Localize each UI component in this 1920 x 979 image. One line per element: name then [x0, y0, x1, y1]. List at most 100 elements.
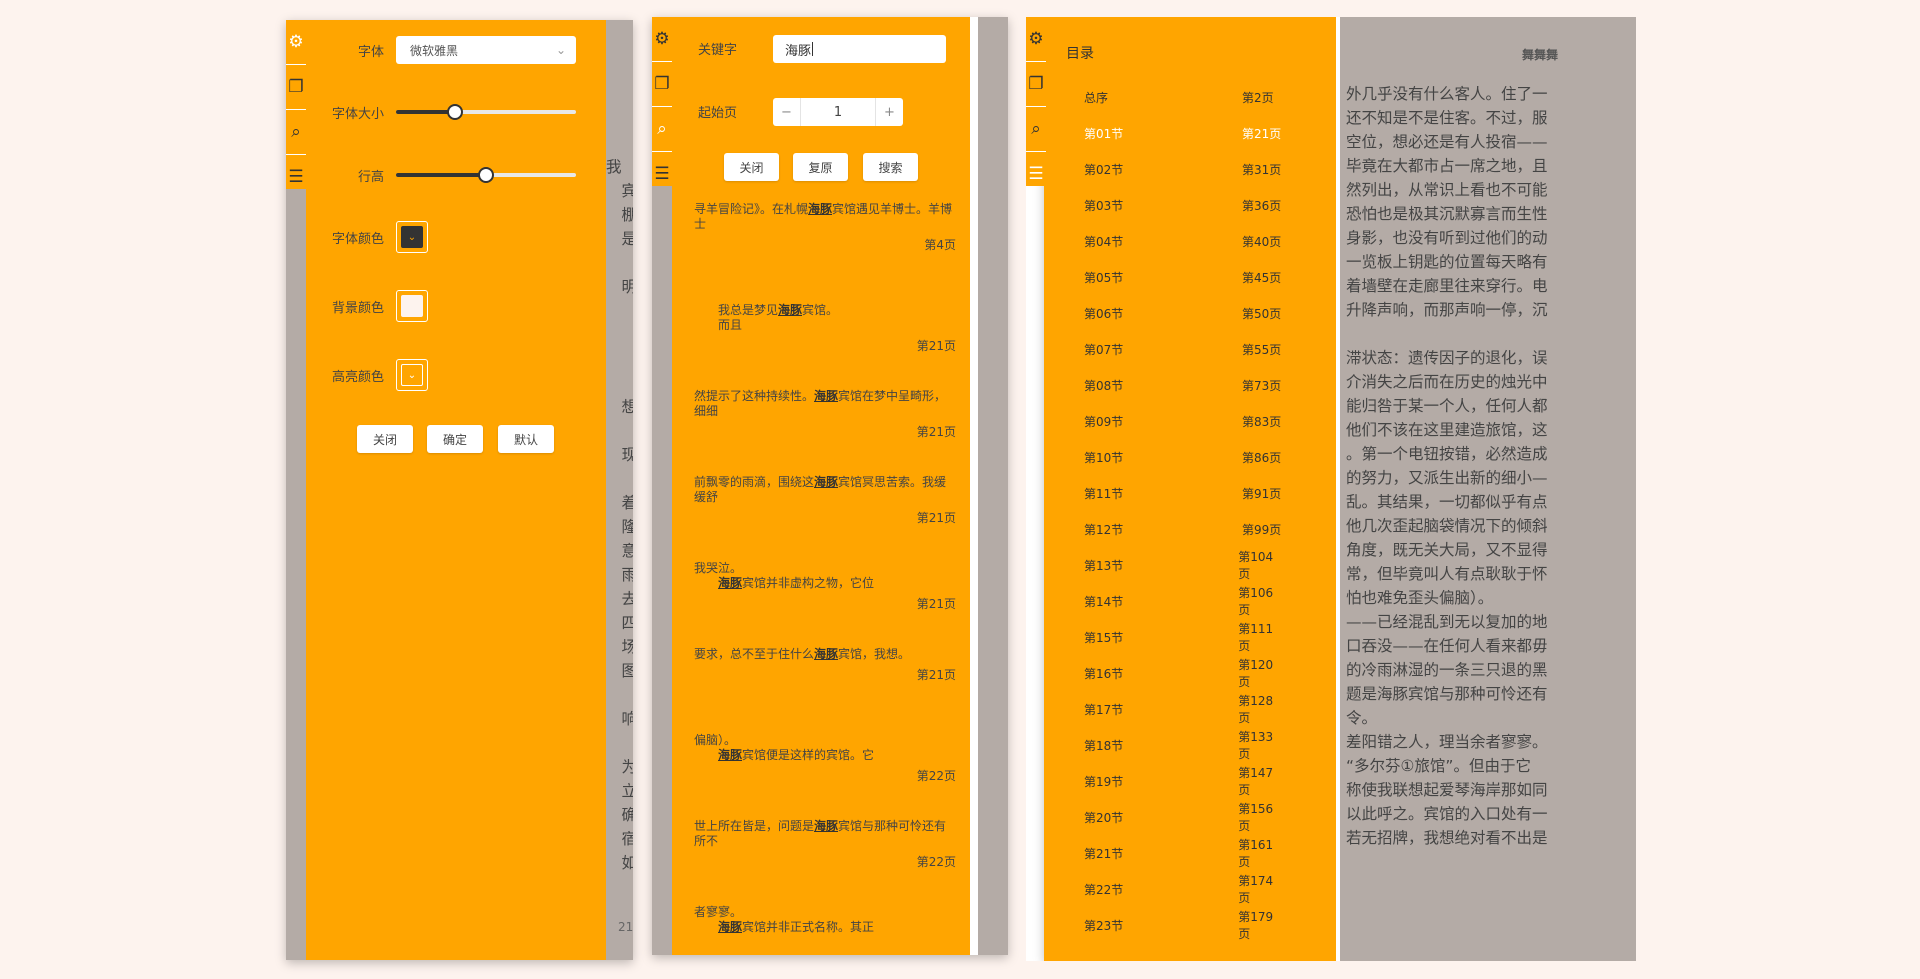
toc-item[interactable]: 第13节 第104页 [1084, 547, 1284, 583]
copy-icon[interactable]: ❐ [1026, 62, 1046, 106]
toc-item-name: 第02节 [1084, 162, 1124, 177]
gear-icon[interactable]: ⚙ [1026, 17, 1046, 61]
search-result-page: 第22页 [916, 855, 956, 869]
gear-icon[interactable]: ⚙ [286, 20, 306, 64]
page-divider [970, 17, 978, 955]
toc-item[interactable]: 第08节 第73页 [1084, 367, 1284, 403]
plus-button[interactable]: + [875, 98, 903, 126]
toc-item[interactable]: 第05节 第45页 [1084, 259, 1284, 295]
toc-item[interactable]: 第11节 第91页 [1084, 475, 1284, 511]
toc-item[interactable]: 第22节 第174页 [1084, 871, 1284, 907]
search-result-page: 第22页 [916, 769, 956, 783]
keyword-highlight: 海豚 [778, 303, 803, 317]
font-size-slider-knob[interactable] [447, 104, 464, 120]
search-result-item[interactable]: 偏脑）。 海豚宾馆便是这样的宾馆。它第22页 [694, 733, 956, 784]
search-result-text: 我总是梦见海豚宾馆。 而且 [694, 303, 839, 332]
toc-item[interactable]: 第04节 第40页 [1084, 223, 1284, 259]
start-page-value[interactable]: 1 [801, 98, 875, 126]
toc-item[interactable]: 第14节 第106页 [1084, 583, 1284, 619]
highlight-color-label: 高亮颜色 [331, 369, 384, 385]
toc-item-name: 第06节 [1084, 306, 1124, 321]
keyword-highlight: 海豚 [808, 202, 833, 216]
search-result-page: 第21页 [916, 511, 956, 525]
search-reset-button[interactable]: 复原 [793, 153, 848, 181]
toc-item[interactable]: 第16节 第120页 [1084, 655, 1284, 691]
font-size-slider[interactable] [396, 104, 576, 120]
keyword-highlight: 海豚 [814, 819, 839, 833]
line-height-slider-knob[interactable] [478, 167, 494, 183]
toc-item-page: 第86页 [1242, 450, 1282, 465]
keyword-label: 关键字 [698, 43, 738, 58]
list-icon[interactable]: ☰ [286, 155, 306, 199]
toc-item[interactable]: 第23节 第179页 [1084, 907, 1284, 943]
font-select[interactable]: 微软雅黑 ⌄ [396, 36, 576, 64]
toc-item[interactable]: 第21节 第161页 [1084, 835, 1284, 871]
toc-item-page: 第83页 [1242, 414, 1282, 429]
minus-button[interactable]: − [773, 98, 801, 126]
keyword-input[interactable]: 海豚 [773, 35, 946, 63]
bg-color-picker[interactable] [396, 290, 428, 322]
search-result-item[interactable]: 者寥寥。 海豚宾馆并非正式名称。其正 [694, 905, 956, 941]
search-result-text: 寻羊冒险记》。在札幌海豚宾馆遇见羊博士。羊博士 [694, 202, 953, 231]
search-result-text: 世上所在皆是，问题是海豚宾馆与那种可怜还有所不 [694, 819, 947, 848]
copy-icon[interactable]: ❐ [652, 62, 672, 106]
toc-item[interactable]: 第02节 第31页 [1084, 151, 1284, 187]
toc-item[interactable]: 第18节 第133页 [1084, 727, 1284, 763]
search-result-text: 偏脑）。 海豚宾馆便是这样的宾馆。它 [694, 733, 875, 762]
toc-item[interactable]: 第09节 第83页 [1084, 403, 1284, 439]
font-color-picker[interactable]: ⌄ [396, 221, 428, 253]
settings-close-button[interactable]: 关闭 [357, 425, 413, 453]
toc-item[interactable]: 第17节 第128页 [1084, 691, 1284, 727]
search-result-item[interactable]: 世上所在皆是，问题是海豚宾馆与那种可怜还有所不第22页 [694, 819, 956, 870]
line-height-slider[interactable] [396, 167, 576, 183]
font-color-swatch: ⌄ [401, 226, 423, 248]
toc-item[interactable]: 第20节 第156页 [1084, 799, 1284, 835]
highlight-color-picker[interactable]: ⌄ [396, 359, 428, 391]
toc-item-name: 第12节 [1084, 522, 1124, 537]
copy-icon[interactable]: ❐ [286, 65, 306, 109]
toc-item[interactable]: 第10节 第86页 [1084, 439, 1284, 475]
search-icon[interactable]: ⌕ [1026, 107, 1046, 151]
start-page-stepper[interactable]: − 1 + [773, 98, 903, 126]
toc-item[interactable]: 第01节 第21页 [1084, 115, 1284, 151]
search-result-page: 第4页 [924, 238, 956, 252]
toc-item-name: 第13节 [1084, 558, 1124, 573]
keyword-highlight: 海豚 [718, 920, 743, 934]
icon-toolbar-3: ⚙ ❐ ⌕ ☰ [1026, 17, 1046, 186]
settings-default-button[interactable]: 默认 [498, 425, 554, 453]
reader-text-1: 我 宾 棚 是在 明显 想。 无 现 然 着 隆 意 雨 去 四肢 场 图 缓 … [606, 158, 633, 872]
toc-item-page: 第133页 [1238, 730, 1274, 761]
toc-item[interactable]: 第07节 第55页 [1084, 331, 1284, 367]
list-icon[interactable]: ☰ [652, 152, 672, 196]
toc-item-page: 第179页 [1238, 910, 1274, 941]
book-title: 舞舞舞 [1522, 48, 1559, 62]
search-icon[interactable]: ⌕ [286, 110, 306, 154]
toc-item-name: 第10节 [1084, 450, 1124, 465]
toc-item-page: 第73页 [1242, 378, 1282, 393]
toc-item[interactable]: 第19节 第147页 [1084, 763, 1284, 799]
search-result-item[interactable]: 要求，总不至于住什么海豚宾馆，我想。 第21页 [694, 647, 956, 683]
search-result-item[interactable]: 寻羊冒险记》。在札幌海豚宾馆遇见羊博士。羊博士第4页 [694, 202, 956, 253]
settings-ok-button[interactable]: 确定 [427, 425, 483, 453]
search-result-item[interactable]: 然提示了这种持续性。海豚宾馆在梦中呈畸形，细细 第21页 [694, 389, 956, 440]
toc-item-name: 第04节 [1084, 234, 1124, 249]
search-result-text: 我哭泣。 海豚宾馆并非虚构之物，它位 [694, 561, 875, 590]
search-icon[interactable]: ⌕ [652, 107, 672, 151]
search-submit-button[interactable]: 搜索 [863, 153, 918, 181]
gear-icon[interactable]: ⚙ [652, 17, 672, 61]
keyword-highlight: 海豚 [718, 576, 743, 590]
search-result-item[interactable]: 我总是梦见海豚宾馆。 而且 第21页 [694, 303, 956, 354]
toc-item-page: 第31页 [1242, 162, 1282, 177]
search-result-item[interactable]: 我哭泣。 海豚宾馆并非虚构之物，它位 第21页 [694, 561, 956, 612]
toc-item[interactable]: 第06节 第50页 [1084, 295, 1284, 331]
toc-item[interactable]: 总序 第2页 [1084, 79, 1284, 115]
search-result-text: 要求，总不至于住什么海豚宾馆，我想。 [694, 647, 911, 661]
search-result-item[interactable]: 前飘零的雨滴，围绕这海豚宾馆冥思苦索。我缓缓舒 第21页 [694, 475, 956, 526]
toc-item-name: 第09节 [1084, 414, 1124, 429]
toc-item[interactable]: 第03节 第36页 [1084, 187, 1284, 223]
search-close-button[interactable]: 关闭 [724, 153, 779, 181]
toc-item[interactable]: 第15节 第111页 [1084, 619, 1284, 655]
list-icon[interactable]: ☰ [1026, 152, 1046, 196]
page-number-1: 21 [618, 920, 633, 934]
toc-item[interactable]: 第12节 第99页 [1084, 511, 1284, 547]
